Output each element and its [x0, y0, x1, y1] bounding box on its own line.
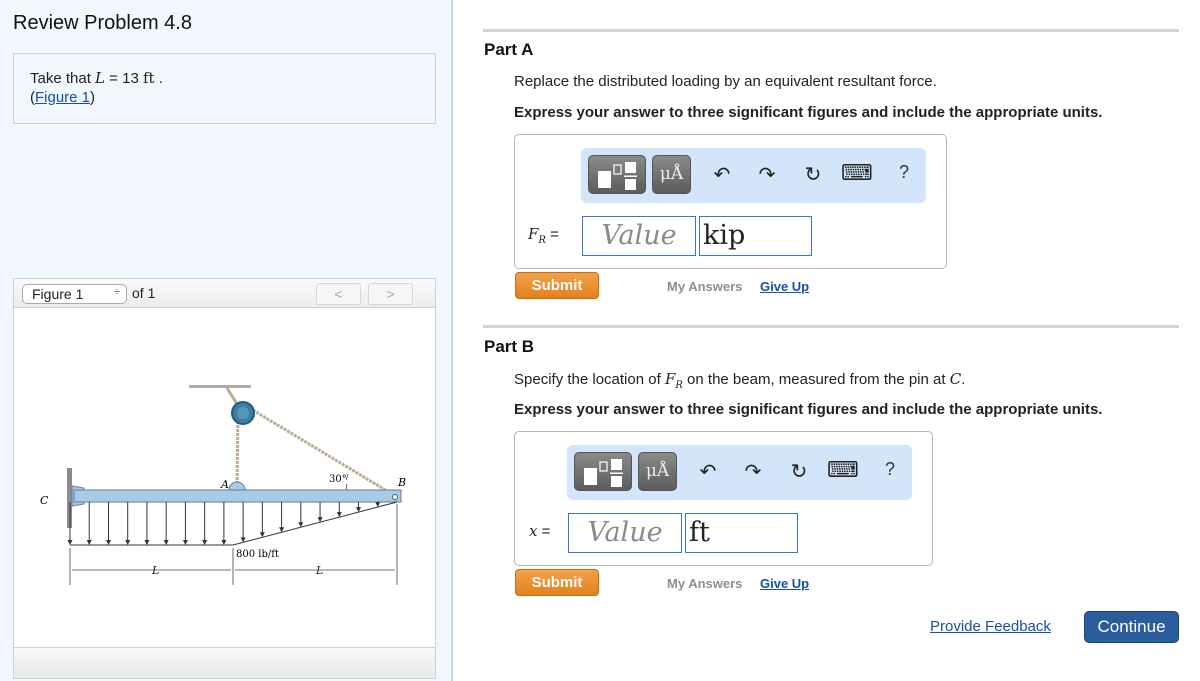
part-b-submit-button[interactable]: Submit: [515, 569, 599, 596]
intro-variable: L: [95, 69, 106, 87]
load-arrowhead: [125, 540, 131, 545]
instruction-pin: C: [949, 370, 962, 388]
eq-subscript: R: [538, 235, 546, 246]
beam-diagram: C A B 30° 800 lb/ft L L: [40, 385, 406, 585]
provide-feedback-link[interactable]: Provide Feedback: [930, 618, 1051, 635]
undo-icon[interactable]: ↶: [694, 459, 722, 484]
intro-unit: ft: [142, 69, 155, 87]
figure-select[interactable]: Figure 1 ÷: [22, 284, 127, 304]
continue-button[interactable]: Continue: [1084, 611, 1179, 643]
load-arrowhead: [144, 540, 150, 545]
instruction-variable: F: [664, 370, 676, 388]
part-a-submit-button[interactable]: Submit: [515, 272, 599, 299]
label-c: C: [40, 494, 49, 507]
templates-icon: [584, 459, 623, 487]
problem-intro: Take that L = 13 ft . (Figure 1): [13, 53, 436, 124]
figure-link[interactable]: Figure 1: [35, 89, 90, 106]
pin-b: [392, 494, 398, 500]
templates-icon: [598, 162, 637, 190]
help-icon[interactable]: ?: [876, 459, 904, 480]
load-arrowhead: [221, 540, 227, 545]
problem-title: Review Problem 4.8: [13, 12, 192, 34]
templates-button[interactable]: [588, 155, 646, 194]
redo-icon[interactable]: ↷: [753, 162, 781, 187]
load-arrowhead: [202, 540, 208, 545]
label-l1: L: [151, 564, 159, 577]
instruction-text-mid: on the beam, measured from the pin at: [682, 371, 950, 388]
part-a-format-note: Express your answer to three significant…: [514, 104, 1103, 121]
part-b-title[interactable]: Part B: [484, 337, 534, 357]
paren-close: ): [90, 89, 96, 106]
part-a-math-toolbar: μÅ ↶ ↷ ↻ ⌨ ?: [581, 148, 926, 203]
part-a-my-answers: My Answers: [667, 279, 743, 294]
intro-suffix: .: [154, 70, 163, 87]
prev-figure-button[interactable]: <: [316, 283, 361, 305]
part-b-format-note: Express your answer to three significant…: [514, 401, 1103, 418]
label-l2: L: [315, 564, 323, 577]
ceiling-support: [189, 385, 251, 388]
eq-variable: F: [528, 225, 539, 243]
load-arrowhead: [67, 540, 73, 545]
eq-sign: =: [545, 226, 559, 243]
rope-b: [245, 404, 398, 499]
part-b-math-toolbar: μÅ ↶ ↷ ↻ ⌨ ?: [567, 445, 912, 500]
part-a-divider: [483, 29, 1179, 32]
templates-button[interactable]: [574, 452, 632, 491]
undo-icon[interactable]: ↶: [708, 162, 736, 187]
support-a: [228, 481, 246, 491]
part-b-value-input[interactable]: Value: [568, 513, 682, 553]
load-arrows: [67, 502, 381, 545]
units-button[interactable]: μÅ: [638, 452, 677, 491]
keyboard-icon[interactable]: ⌨: [841, 160, 873, 186]
intro-text: Take that: [30, 70, 91, 87]
figure-image: C A B 30° 800 lb/ft L L: [14, 308, 435, 647]
instruction-end: .: [961, 371, 966, 388]
part-a-answer-box: μÅ ↶ ↷ ↻ ⌨ ? FR = Value kip: [514, 134, 947, 269]
load-arrowhead: [182, 540, 188, 545]
part-a-eq-label: FR =: [528, 225, 559, 246]
part-b-divider: [483, 325, 1179, 328]
reset-icon[interactable]: ↻: [785, 459, 813, 484]
part-b-eq-label: x =: [529, 522, 550, 540]
label-b: B: [397, 476, 406, 489]
part-b-unit-input[interactable]: ft: [685, 513, 798, 553]
part-a-give-up-link[interactable]: Give Up: [760, 279, 809, 294]
eq-sign: =: [537, 523, 551, 540]
figure-count: of 1: [132, 285, 156, 301]
redo-icon[interactable]: ↷: [739, 459, 767, 484]
part-a-instruction: Replace the distributed loading by an eq…: [514, 73, 937, 90]
select-arrows-icon: ÷: [113, 286, 120, 298]
part-b-give-up-link[interactable]: Give Up: [760, 576, 809, 591]
problem-panel: Review Problem 4.8 Take that L = 13 ft .…: [0, 0, 453, 681]
figure-footer: [14, 647, 435, 678]
label-angle: 30°: [329, 474, 347, 485]
load-arrowhead: [163, 540, 169, 545]
part-a-unit-input[interactable]: kip: [699, 216, 812, 256]
units-button[interactable]: μÅ: [652, 155, 691, 194]
load-arrowhead: [105, 540, 111, 545]
intro-equals: = 13: [105, 70, 143, 87]
beam: [73, 489, 402, 503]
keyboard-icon[interactable]: ⌨: [827, 457, 859, 483]
part-a-title[interactable]: Part A: [484, 40, 533, 60]
figure-viewer: Figure 1 ÷ of 1 < > C A B 30° 800 lb/ft …: [13, 278, 436, 679]
load-arrowhead: [86, 540, 92, 545]
part-b-my-answers: My Answers: [667, 576, 743, 591]
part-a-value-input[interactable]: Value: [582, 216, 696, 256]
figure-toolbar: Figure 1 ÷ of 1 < >: [14, 279, 435, 308]
label-a: A: [220, 478, 229, 491]
rope-a: [235, 412, 240, 487]
figure-select-value: Figure 1: [32, 286, 84, 302]
instruction-text: Specify the location of: [514, 371, 665, 388]
next-figure-button[interactable]: >: [368, 283, 413, 305]
part-b-instruction: Specify the location of FR on the beam, …: [514, 370, 965, 391]
reset-icon[interactable]: ↻: [799, 162, 827, 187]
help-icon[interactable]: ?: [890, 162, 918, 183]
label-load: 800 lb/ft: [236, 549, 279, 560]
instruction-subscript: R: [675, 380, 683, 391]
part-b-answer-box: μÅ ↶ ↷ ↻ ⌨ ? x = Value ft: [514, 431, 933, 566]
